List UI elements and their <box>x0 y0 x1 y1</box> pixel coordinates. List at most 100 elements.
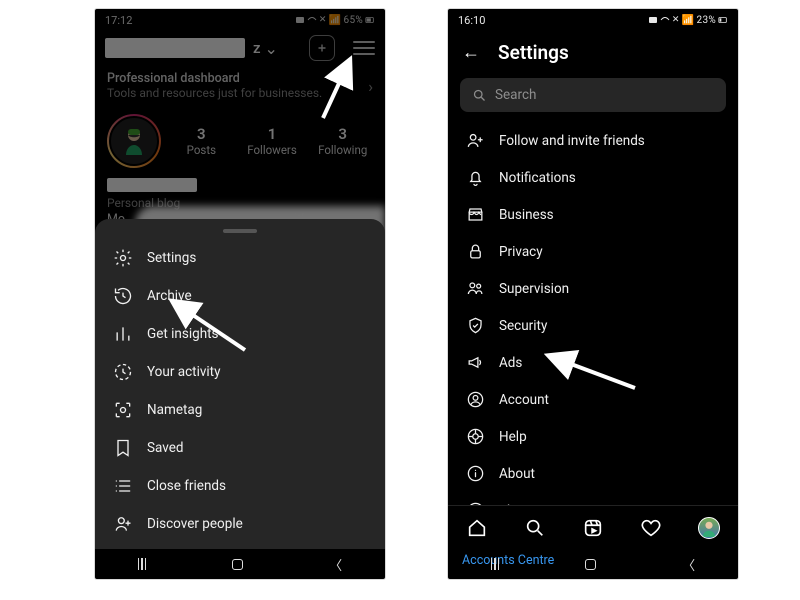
recent-apps-button[interactable] <box>138 558 147 570</box>
sheet-item-activity[interactable]: Your activity <box>95 353 385 391</box>
settings-label: Follow and invite friends <box>499 133 645 149</box>
status-bar: 17:12 ✕ 📶 65% <box>95 9 385 31</box>
sheet-item-saved[interactable]: Saved <box>95 429 385 467</box>
sheet-item-nametag[interactable]: Nametag <box>95 391 385 429</box>
gear-icon <box>113 248 133 268</box>
list-icon <box>113 476 133 496</box>
profile-header: z ⌄ <box>95 31 385 67</box>
sheet-label: Saved <box>147 440 184 456</box>
search-input[interactable]: Search <box>460 78 726 112</box>
home-icon[interactable] <box>466 517 488 539</box>
home-button[interactable] <box>585 559 596 570</box>
lock-icon <box>466 242 485 261</box>
status-icons: ✕ 📶 23% <box>648 15 728 26</box>
status-icons: ✕ 📶 65% <box>295 15 375 26</box>
settings-label: Privacy <box>499 244 543 260</box>
android-navbar: 〈 <box>95 549 385 579</box>
settings-item-ads[interactable]: Ads <box>452 344 734 381</box>
menu-sheet: Settings Archive Get insights Your activ… <box>95 219 385 549</box>
supervision-icon <box>466 279 485 298</box>
sheet-handle[interactable] <box>223 229 257 233</box>
search-placeholder: Search <box>495 87 536 103</box>
nametag-icon <box>113 400 133 420</box>
settings-label: Ads <box>499 355 522 371</box>
megaphone-icon <box>466 353 485 372</box>
settings-item-privacy[interactable]: Privacy <box>452 233 734 270</box>
stat-followers[interactable]: 1 Followers <box>242 125 303 157</box>
sheet-item-close-friends[interactable]: Close friends <box>95 467 385 505</box>
sheet-item-discover[interactable]: Discover people <box>95 505 385 543</box>
settings-label: Help <box>499 429 527 445</box>
sheet-item-insights[interactable]: Get insights <box>95 315 385 353</box>
settings-item-business[interactable]: Business <box>452 196 734 233</box>
settings-label: Security <box>499 318 547 334</box>
sheet-label: Nametag <box>147 402 202 418</box>
page-title: Settings <box>498 41 569 64</box>
heart-icon[interactable] <box>640 517 662 539</box>
home-button[interactable] <box>232 559 243 570</box>
app-tabbar <box>448 505 738 549</box>
search-icon[interactable] <box>524 517 546 539</box>
phone-right: 16:10 ✕ 📶 23% ← Settings Search Follow a… <box>448 9 738 579</box>
username-tail: z <box>253 39 261 57</box>
dashboard-title: Professional dashboard <box>107 71 368 86</box>
stat-posts[interactable]: 3 Posts <box>171 125 232 157</box>
settings-label: Notifications <box>499 170 576 186</box>
create-button[interactable] <box>309 35 335 61</box>
stat-following[interactable]: 3 Following <box>312 125 373 157</box>
clock: 17:12 <box>105 14 132 27</box>
reels-icon[interactable] <box>582 517 604 539</box>
profile-stats: 3 Posts 1 Followers 3 Following <box>95 110 385 172</box>
shield-icon <box>466 316 485 335</box>
profile-tab[interactable] <box>698 517 720 539</box>
recent-apps-button[interactable] <box>491 558 500 570</box>
chevron-right-icon: › <box>368 71 373 96</box>
settings-list: Follow and invite friends Notifications … <box>448 122 738 529</box>
back-button[interactable]: 〈 <box>329 555 342 574</box>
help-icon <box>466 427 485 446</box>
bell-icon <box>466 168 485 187</box>
bookmark-icon <box>113 438 133 458</box>
settings-item-help[interactable]: Help <box>452 418 734 455</box>
search-icon <box>472 88 487 103</box>
sheet-label: Close friends <box>147 478 226 494</box>
activity-icon <box>113 362 133 382</box>
settings-item-supervision[interactable]: Supervision <box>452 270 734 307</box>
insights-icon <box>113 324 133 344</box>
settings-item-notifications[interactable]: Notifications <box>452 159 734 196</box>
info-icon <box>466 464 485 483</box>
settings-label: About <box>499 466 535 482</box>
archive-icon <box>113 286 133 306</box>
name-redacted <box>107 178 197 192</box>
settings-label: Account <box>499 392 549 408</box>
username-redacted <box>105 38 245 58</box>
android-navbar: 〈 <box>448 549 738 579</box>
sheet-label: Settings <box>147 250 196 266</box>
dashboard-sub: Tools and resources just for businesses. <box>107 86 368 100</box>
settings-label: Business <box>499 207 554 223</box>
account-icon <box>466 390 485 409</box>
sheet-label: Your activity <box>147 364 220 380</box>
sheet-label: Get insights <box>147 326 219 342</box>
settings-item-security[interactable]: Security <box>452 307 734 344</box>
storefront-icon <box>466 205 485 224</box>
settings-item-account[interactable]: Account <box>452 381 734 418</box>
person-plus-icon <box>466 131 485 150</box>
settings-label: Supervision <box>499 281 569 297</box>
status-bar: 16:10 ✕ 📶 23% <box>448 9 738 31</box>
settings-item-follow-invite[interactable]: Follow and invite friends <box>452 122 734 159</box>
sheet-item-archive[interactable]: Archive <box>95 277 385 315</box>
back-button[interactable]: 〈 <box>682 555 695 574</box>
sheet-label: Discover people <box>147 516 243 532</box>
back-arrow-icon[interactable]: ← <box>462 42 480 63</box>
phone-left: 17:12 ✕ 📶 65% z ⌄ Profess <box>95 9 385 579</box>
professional-dashboard[interactable]: Professional dashboard Tools and resourc… <box>95 67 385 110</box>
sheet-item-settings[interactable]: Settings <box>95 239 385 277</box>
discover-icon <box>113 514 133 534</box>
hamburger-menu-button[interactable] <box>353 37 375 59</box>
chevron-down-icon[interactable]: ⌄ <box>265 39 278 58</box>
avatar[interactable] <box>107 114 161 168</box>
settings-item-about[interactable]: About <box>452 455 734 492</box>
settings-header: ← Settings <box>448 31 738 78</box>
clock: 16:10 <box>458 14 485 27</box>
